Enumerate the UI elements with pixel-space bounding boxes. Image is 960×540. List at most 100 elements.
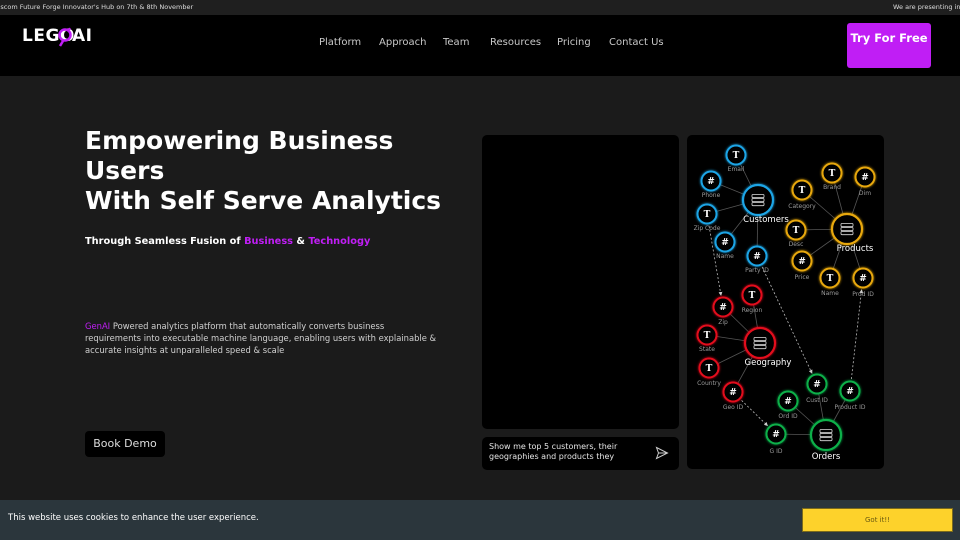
number-type-icon: # — [772, 430, 780, 440]
field-node[interactable]: # Name — [714, 231, 736, 261]
text-type-icon: T — [706, 364, 713, 374]
table-node-circle — [809, 418, 843, 452]
field-node[interactable]: T Desc — [785, 219, 807, 249]
logo-magnifier-icon — [58, 27, 72, 47]
number-type-icon: # — [719, 303, 727, 313]
data-graph-panel: Customers Products Geography Orders T Email # P… — [687, 135, 884, 469]
subtitle-technology: Technology — [308, 236, 371, 247]
field-node-label: Email — [728, 166, 745, 173]
nav-pricing[interactable]: Pricing — [557, 37, 591, 48]
field-node[interactable]: # Zip — [712, 296, 734, 327]
field-node-label: Dim — [859, 190, 871, 197]
field-node-label: Geo ID — [723, 404, 744, 411]
hero-title: Empowering Business Users With Self Serv… — [85, 126, 465, 216]
demo-prompt-box[interactable]: Show me top 5 customers, their geographi… — [482, 437, 679, 470]
try-for-free-button[interactable]: Try For Free — [847, 23, 931, 68]
cookie-text: This website uses cookies to enhance the… — [8, 513, 259, 523]
nav-resources[interactable]: Resources — [490, 37, 541, 48]
field-node[interactable]: T Region — [741, 284, 763, 315]
text-type-icon: T — [799, 186, 806, 196]
table-node-circle — [741, 183, 775, 217]
logo-text-ai: AI — [72, 26, 93, 46]
field-node-label: Name — [821, 290, 839, 297]
number-type-icon: # — [846, 387, 854, 397]
table-node-label: Orders — [812, 452, 841, 462]
book-demo-button[interactable]: Book Demo — [85, 431, 165, 457]
field-node-label: Desc — [789, 241, 804, 248]
field-node-label: Phone — [702, 192, 721, 199]
field-node[interactable]: T Email — [725, 144, 747, 174]
field-node-label: Region — [742, 307, 763, 314]
site-header: LEGO AI Platform Approach Team Resources… — [0, 15, 960, 76]
nav-approach[interactable]: Approach — [379, 37, 427, 48]
field-node-label: G ID — [770, 448, 783, 455]
field-node-label: State — [699, 346, 715, 353]
table-node-products[interactable]: Products — [830, 212, 874, 254]
text-type-icon: T — [733, 151, 740, 161]
number-type-icon: # — [861, 173, 869, 183]
field-node-label: Product ID — [834, 404, 865, 411]
field-node[interactable]: T Name — [819, 267, 841, 298]
ticker-text-right: We are presenting in Na — [893, 3, 960, 11]
field-node[interactable]: T Brand — [821, 162, 843, 192]
table-node-circle — [743, 326, 777, 360]
number-type-icon: # — [784, 397, 792, 407]
number-type-icon: # — [813, 380, 821, 390]
hero-title-line1: Empowering Business Users — [85, 126, 394, 185]
field-node[interactable]: # Dim — [854, 166, 876, 198]
field-node[interactable]: T Zip Code — [694, 203, 721, 233]
text-type-icon: T — [827, 274, 834, 284]
table-node-geography[interactable]: Geography — [743, 326, 792, 368]
announcement-ticker: sscom Future Forge Innovator's Hub on 7t… — [0, 0, 960, 15]
graph-relationship-arrow — [850, 289, 864, 380]
cookie-accept-button[interactable]: Got it!! — [802, 508, 953, 532]
field-node-label: Zip Code — [694, 225, 721, 232]
text-type-icon: T — [704, 331, 711, 341]
text-type-icon: T — [704, 210, 711, 220]
field-node[interactable]: # Product ID — [834, 380, 866, 412]
text-type-icon: T — [793, 226, 800, 236]
text-type-icon: T — [749, 291, 756, 301]
cookie-banner: This website uses cookies to enhance the… — [0, 500, 960, 540]
field-node-label: Category — [788, 203, 816, 210]
field-node[interactable]: # Phone — [700, 170, 722, 200]
ticker-text-left: sscom Future Forge Innovator's Hub on 7t… — [0, 3, 194, 11]
table-node-label: Customers — [743, 215, 789, 225]
field-node[interactable]: # Cust ID — [806, 373, 828, 405]
hero-description: GenAI Powered analytics platform that au… — [85, 320, 440, 356]
demo-video-panel[interactable] — [482, 135, 679, 429]
table-node-customers[interactable]: Customers — [741, 183, 789, 225]
table-node-label: Products — [837, 244, 874, 254]
field-node[interactable]: T Country — [697, 357, 721, 388]
field-node[interactable]: # Party ID — [745, 245, 769, 275]
number-type-icon: # — [707, 177, 715, 187]
number-type-icon: # — [721, 238, 729, 248]
field-node-label: Brand — [823, 184, 841, 191]
paper-plane-icon[interactable] — [655, 446, 669, 460]
number-type-icon: # — [859, 274, 867, 284]
field-node-label: Country — [697, 380, 721, 387]
field-node-label: Party ID — [745, 267, 769, 274]
subtitle-prefix: Through Seamless Fusion of — [85, 236, 245, 247]
field-node[interactable]: T State — [696, 324, 718, 354]
field-node[interactable]: T Category — [788, 179, 816, 211]
text-type-icon: T — [829, 169, 836, 179]
field-node[interactable]: # Price — [791, 250, 813, 282]
field-node-label: Name — [716, 253, 734, 260]
data-graph: Customers Products Geography Orders T Email # P… — [694, 144, 876, 462]
field-node-label: Cust ID — [806, 397, 828, 404]
nav-contact-us[interactable]: Contact Us — [609, 37, 664, 48]
field-node-label: Zip — [718, 319, 728, 326]
field-node[interactable]: # Ord ID — [777, 390, 799, 421]
table-node-label: Geography — [745, 358, 792, 368]
field-node-label: Price — [795, 274, 810, 281]
table-node-circle — [830, 212, 864, 246]
number-type-icon: # — [729, 388, 737, 398]
field-node[interactable]: # Geo ID — [722, 381, 744, 412]
nav-platform[interactable]: Platform — [319, 37, 361, 48]
field-node[interactable]: # G ID — [765, 423, 787, 456]
table-node-orders[interactable]: Orders — [809, 418, 843, 462]
number-type-icon: # — [753, 252, 761, 262]
field-node[interactable]: # Prod ID — [852, 267, 874, 299]
nav-team[interactable]: Team — [443, 37, 469, 48]
